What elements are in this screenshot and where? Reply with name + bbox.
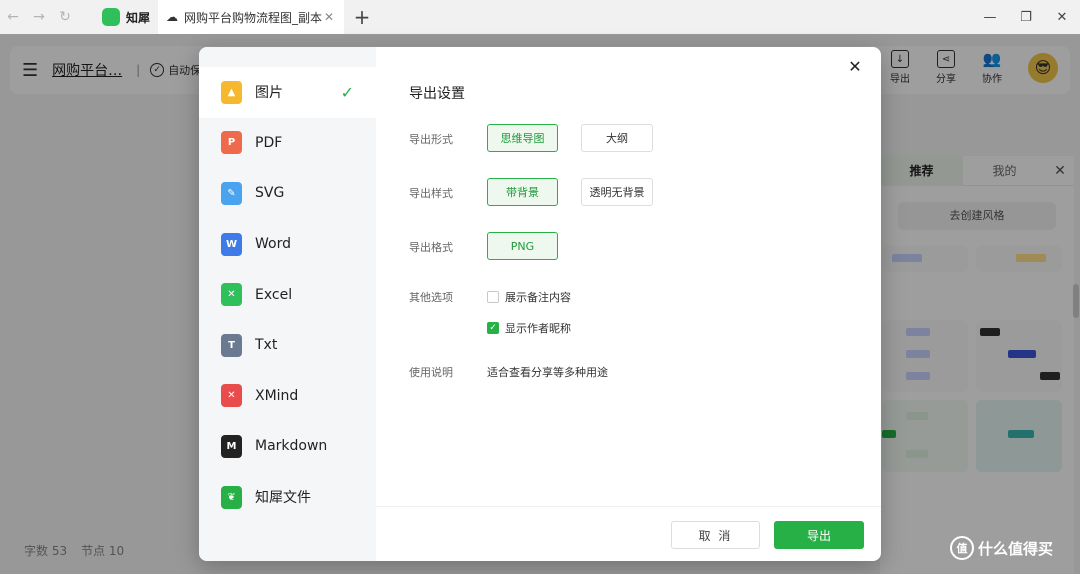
format-label: Word [255, 236, 291, 253]
format-list: ▲ 图片 ✓ P PDF ✎ SVG W Word ✕ Excel T Txt ✕ XMind M Markdo… [199, 47, 376, 561]
format-label: Markdown [255, 438, 328, 455]
format-item-image[interactable]: ▲ 图片 ✓ [199, 67, 376, 118]
option-with-background[interactable]: 带背景 [487, 178, 558, 206]
format-label: Txt [255, 337, 278, 354]
word-icon: W [221, 232, 242, 256]
other-options-label: 其他选项 [409, 291, 453, 304]
restore-button[interactable]: ❐ [1008, 10, 1044, 25]
tab-close-icon[interactable]: ✕ [324, 10, 334, 24]
option-label: 展示备注内容 [505, 291, 571, 304]
export-button[interactable]: 导出 [774, 521, 864, 549]
format-item-excel[interactable]: ✕ Excel [199, 269, 376, 320]
format-label: 图片 [255, 85, 283, 102]
format-label: 知犀文件 [255, 490, 311, 507]
export-settings: 导出设置 [409, 83, 465, 129]
watermark-logo: 值 [950, 536, 974, 560]
format-label: PDF [255, 134, 283, 151]
format-label: XMind [255, 387, 299, 404]
check-icon: ✓ [340, 82, 354, 102]
option-show-notes[interactable]: 展示备注内容 [487, 289, 571, 305]
format-item-zhixi-file[interactable]: ❦ 知犀文件 [199, 472, 376, 523]
format-item-svg[interactable]: ✎ SVG [199, 168, 376, 219]
window-close-button[interactable]: ✕ [1044, 10, 1080, 25]
tab-label: 网购平台购物流程图_副本 [184, 10, 323, 25]
dialog-close-icon[interactable]: ✕ [845, 57, 865, 77]
option-outline[interactable]: 大纲 [581, 124, 653, 152]
format-label: SVG [255, 185, 285, 202]
cloud-icon: ☁ [166, 10, 178, 24]
back-button[interactable]: ← [0, 0, 26, 34]
excel-icon: ✕ [221, 283, 242, 307]
export-dialog: ▲ 图片 ✓ P PDF ✎ SVG W Word ✕ Excel T Txt ✕ XMind M Markdo… [199, 47, 881, 561]
dialog-title: 导出设置 [409, 86, 465, 102]
forward-button[interactable]: → [26, 0, 52, 34]
usage-label: 使用说明 [409, 366, 453, 379]
export-style-label: 导出样式 [409, 187, 453, 200]
svg-icon: ✎ [221, 181, 242, 205]
pdf-icon: P [221, 131, 242, 155]
window-controls: — ❐ ✕ [972, 10, 1080, 25]
option-label: 显示作者昵称 [505, 322, 571, 335]
dialog-footer: 取 消 导出 [376, 506, 881, 561]
zhixi-file-icon: ❦ [221, 485, 242, 509]
new-tab-button[interactable]: + [344, 5, 380, 29]
reload-button[interactable]: ↻ [52, 0, 78, 34]
export-form-label: 导出形式 [409, 133, 453, 146]
format-item-xmind[interactable]: ✕ XMind [199, 371, 376, 422]
checkbox-show-author[interactable]: ✓ [487, 322, 499, 334]
option-mindmap[interactable]: 思维导图 [487, 124, 558, 152]
cancel-button[interactable]: 取 消 [671, 521, 760, 549]
format-item-word[interactable]: W Word [199, 219, 376, 270]
zhixi-logo-icon [102, 8, 120, 26]
xmind-icon: ✕ [221, 384, 242, 408]
watermark: 值 什么值得买 [950, 536, 1053, 560]
usage-text: 适合查看分享等多种用途 [487, 366, 608, 379]
minimize-button[interactable]: — [972, 10, 1008, 25]
option-png[interactable]: PNG [487, 232, 558, 260]
tab-app-zhixi[interactable]: 知犀 [94, 0, 158, 34]
txt-icon: T [221, 333, 242, 357]
option-show-author[interactable]: ✓ 显示作者昵称 [487, 320, 571, 336]
image-icon: ▲ [221, 80, 242, 104]
export-format-label: 导出格式 [409, 241, 453, 254]
tab-active-document[interactable]: ☁ 网购平台购物流程图_副本 ✕ [158, 0, 344, 34]
tab-label: 知犀 [126, 10, 151, 25]
format-label: Excel [255, 286, 293, 303]
watermark-text: 什么值得买 [978, 539, 1054, 558]
markdown-icon: M [221, 434, 242, 458]
format-item-pdf[interactable]: P PDF [199, 118, 376, 169]
format-item-txt[interactable]: T Txt [199, 320, 376, 371]
format-item-markdown[interactable]: M Markdown [199, 421, 376, 472]
checkbox-show-notes[interactable] [487, 291, 499, 303]
browser-chrome: ← → ↻ 知犀 ☁ 网购平台购物流程图_副本 ✕ + — ❐ ✕ [0, 0, 1080, 34]
option-transparent[interactable]: 透明无背景 [581, 178, 653, 206]
